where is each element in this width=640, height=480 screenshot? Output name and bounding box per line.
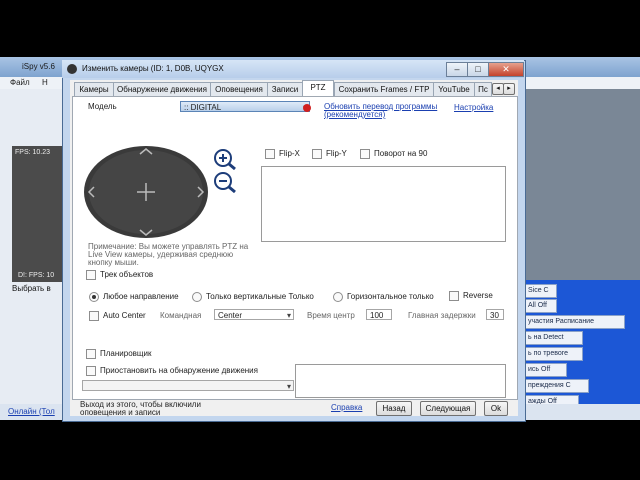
menu-second[interactable]: Н <box>42 78 48 87</box>
right-button-4[interactable]: ь по тревоге <box>524 347 583 361</box>
reverse-checkbox[interactable] <box>449 291 459 301</box>
command-label: Командная <box>160 311 202 320</box>
direction-horizontal-radio[interactable] <box>333 292 343 302</box>
ptz-note: Примечание: Вы можете управлять PTZ на L… <box>88 242 249 267</box>
camera-thumbnail[interactable]: FPS: 10.23 D!: FPS: 10 <box>12 146 62 282</box>
right-button-6[interactable]: преждения С <box>524 379 589 393</box>
right-button-2[interactable]: участия Расписание <box>524 315 625 329</box>
tab-alerts[interactable]: Оповещения <box>210 82 268 96</box>
model-select[interactable]: :: DIGITAL <box>180 101 310 113</box>
direction-vertical-label: Только вертикальные Только <box>206 292 314 301</box>
center-time-input[interactable]: 100 <box>366 309 392 320</box>
tab-youtube[interactable]: YouTube <box>433 82 475 96</box>
direction-horizontal-label: Горизонтальное только <box>347 292 434 301</box>
scheduler-label: Планировщик <box>100 349 152 358</box>
rotate-90-checkbox[interactable] <box>360 149 370 159</box>
command-select[interactable]: Center <box>214 309 294 321</box>
main-delay-label: Главная задержки <box>408 311 476 320</box>
model-select-value: :: DIGITAL <box>184 103 222 112</box>
tab-more[interactable]: Пс <box>474 82 492 96</box>
dialog-title: Изменить камеры (ID: 1, D0B, UQYGX <box>82 64 224 73</box>
minimize-button[interactable]: – <box>446 62 468 77</box>
ptz-joystick[interactable] <box>84 145 208 239</box>
record-indicator-icon <box>303 104 311 112</box>
reverse-label: Reverse <box>463 291 493 300</box>
select-label: Выбрать в <box>12 284 51 293</box>
camera-icon <box>67 64 77 74</box>
rotate-90-label: Поворот на 90 <box>374 149 428 158</box>
right-button-3[interactable]: ь на Detect <box>524 331 583 345</box>
main-delay-value: 30 <box>490 311 499 320</box>
maximize-button[interactable]: □ <box>467 62 489 77</box>
track-objects-checkbox[interactable] <box>86 270 96 280</box>
command-select-value: Center <box>218 311 243 320</box>
pause-preset-select[interactable] <box>82 380 294 392</box>
main-delay-input[interactable]: 30 <box>486 309 504 320</box>
background-app-title: iSpy v5.6 <box>22 62 55 71</box>
ptz-commands-list[interactable] <box>261 166 506 242</box>
tab-cameras[interactable]: Камеры <box>74 82 114 96</box>
center-time-value: 100 <box>370 311 384 320</box>
pause-on-motion-checkbox[interactable] <box>86 366 96 376</box>
tab-save-frames-ftp[interactable]: Сохранить Frames / FTP <box>334 82 434 96</box>
back-button[interactable]: Назад <box>376 401 412 416</box>
flip-y-checkbox[interactable] <box>312 149 322 159</box>
flip-x-label: Flip-X <box>279 149 300 158</box>
update-translation-link[interactable]: Обновить перевод программы (рекомендуетс… <box>324 103 446 119</box>
flip-y-label: Flip-Y <box>326 149 347 158</box>
online-link[interactable]: Онлайн (Тол <box>8 407 55 416</box>
tab-ptz[interactable]: PTZ <box>302 80 334 97</box>
scheduler-list[interactable] <box>295 364 506 398</box>
zoom-out-icon[interactable] <box>212 171 238 193</box>
zoom-in-icon[interactable] <box>212 148 238 170</box>
tab-motion-detection[interactable]: Обнаружение движения <box>113 82 211 96</box>
next-button[interactable]: Следующая <box>420 401 476 416</box>
right-button-5[interactable]: ись Off <box>524 363 567 377</box>
ok-button[interactable]: Ok <box>484 401 508 416</box>
center-time-label: Время центр <box>307 311 355 320</box>
tab-recordings[interactable]: Записи <box>267 82 303 96</box>
right-button-0[interactable]: Sice C <box>524 284 557 298</box>
direction-vertical-radio[interactable] <box>192 292 202 302</box>
pause-on-motion-label: Приостановить на обнаружение движения <box>100 366 258 375</box>
camera-fps-top: FPS: 10.23 <box>15 149 51 156</box>
auto-center-label: Auto Center <box>103 311 146 320</box>
right-button-1[interactable]: All Off <box>524 299 557 313</box>
scheduler-checkbox[interactable] <box>86 349 96 359</box>
model-label: Модель <box>88 102 117 111</box>
track-objects-label: Трек объектов <box>100 270 154 279</box>
direction-any-label: Любое направление <box>103 292 179 301</box>
direction-any-radio[interactable] <box>89 292 99 302</box>
auto-center-checkbox[interactable] <box>89 311 99 321</box>
close-button[interactable]: ✕ <box>488 62 524 77</box>
menu-file[interactable]: Файл <box>10 78 30 87</box>
camera-fps-bottom: D!: FPS: 10 <box>18 272 55 279</box>
footer-note: Выход из этого, чтобы включили оповещени… <box>80 400 201 417</box>
settings-link[interactable]: Настройка <box>454 103 493 112</box>
flip-x-checkbox[interactable] <box>265 149 275 159</box>
help-link[interactable]: Справка <box>331 403 362 412</box>
tab-scroll-right-icon[interactable]: ▸ <box>503 83 515 95</box>
